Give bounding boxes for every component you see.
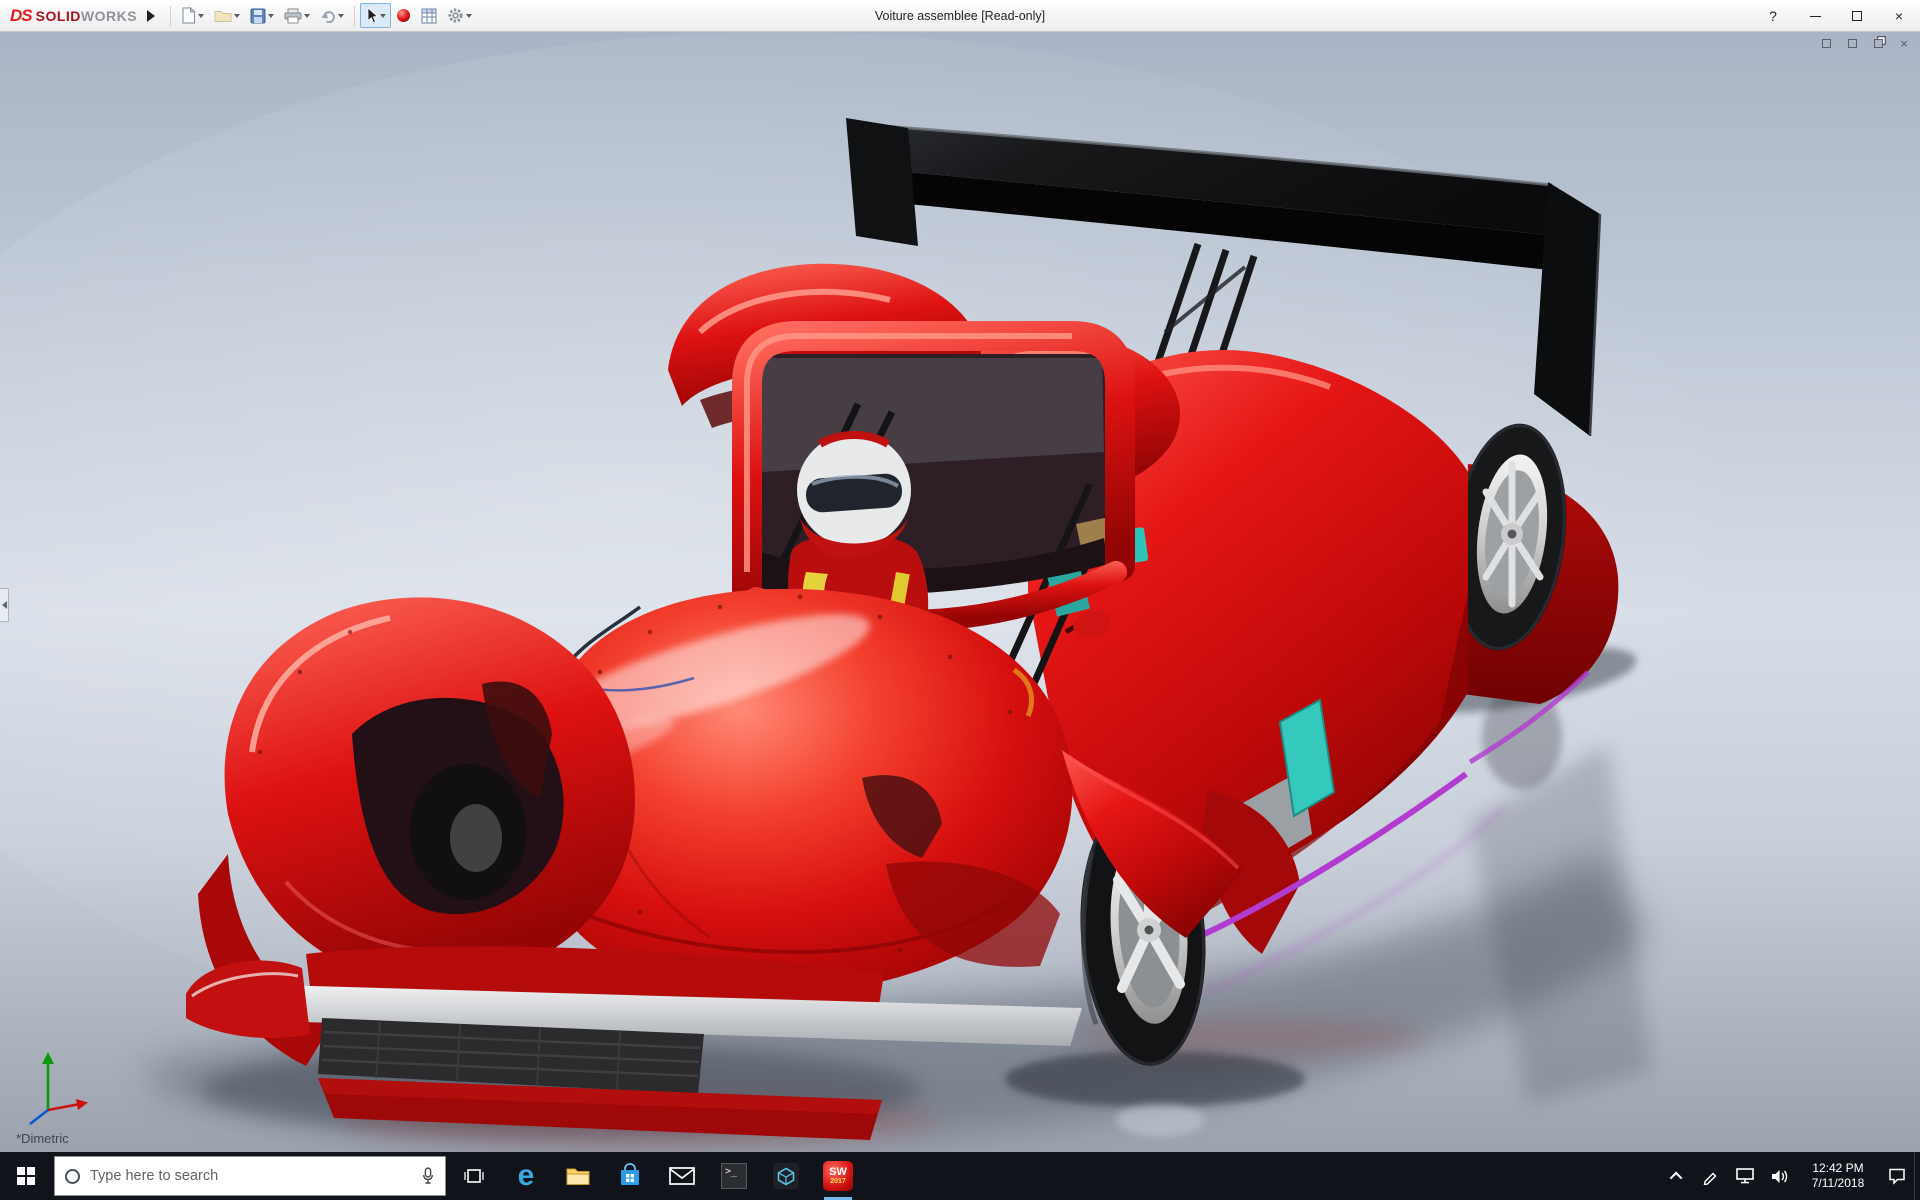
- new-document-caret[interactable]: [198, 13, 205, 18]
- select-cursor-button[interactable]: [360, 3, 392, 28]
- taskbar-app-mail[interactable]: [656, 1152, 708, 1200]
- new-document-icon: [182, 7, 196, 24]
- action-center-icon: [1889, 1168, 1905, 1185]
- system-tray: 12:42 PM 7/11/2018: [1660, 1152, 1920, 1200]
- print-caret[interactable]: [304, 13, 311, 18]
- open-folder-icon: [214, 11, 232, 22]
- console-icon: >_: [721, 1163, 747, 1189]
- maximize-button[interactable]: [1836, 0, 1878, 32]
- render-sphere-button[interactable]: [391, 4, 416, 27]
- select-cursor-caret[interactable]: [380, 13, 387, 18]
- taskbar-app-file-explorer[interactable]: [552, 1152, 604, 1200]
- select-cursor-icon: [367, 7, 379, 24]
- tile-left-icon: [1821, 38, 1831, 48]
- minimize-icon: [1809, 15, 1821, 17]
- taskbar-app-store[interactable]: [604, 1152, 656, 1200]
- taskbar-app-edge[interactable]: e: [500, 1152, 552, 1200]
- orientation-triad: [29, 1052, 88, 1126]
- restore-icon: [1873, 38, 1883, 48]
- edge-icon: e: [517, 1159, 535, 1192]
- wing-left-endplate: [846, 118, 918, 246]
- triad-y-axis: [42, 1052, 54, 1110]
- undo-button[interactable]: [315, 5, 349, 27]
- render-sphere-icon: [397, 9, 411, 22]
- toolbar-separator: [354, 5, 356, 26]
- action-center-button[interactable]: [1880, 1152, 1914, 1200]
- save-caret[interactable]: [268, 13, 275, 18]
- doc-restore-button[interactable]: [1870, 36, 1886, 50]
- speaker-icon: [1772, 1169, 1788, 1183]
- store-icon: [621, 1163, 639, 1185]
- network-button[interactable]: [1728, 1152, 1762, 1200]
- microphone-icon[interactable]: [421, 1166, 435, 1186]
- print-icon: [284, 8, 302, 23]
- network-icon: [1736, 1168, 1754, 1184]
- close-button[interactable]: ×: [1878, 0, 1920, 32]
- toolbar-separator: [170, 5, 172, 26]
- triad-x-axis: [47, 1099, 88, 1112]
- front-left-rim: [450, 804, 502, 872]
- open-document-button[interactable]: [209, 4, 245, 27]
- document-window-controls: ×: [1818, 36, 1912, 51]
- taskbar: Type here to search e >_ SW 2017 12:42 P…: [0, 1152, 1920, 1200]
- helmet-visor: [806, 473, 902, 513]
- window-controls: ? ×: [1752, 0, 1920, 32]
- print-button[interactable]: [279, 4, 315, 28]
- search-icon: [65, 1168, 80, 1184]
- undo-caret[interactable]: [338, 13, 345, 18]
- minimize-button[interactable]: [1794, 0, 1836, 32]
- taskbar-app-console[interactable]: >_: [708, 1152, 760, 1200]
- options-caret[interactable]: [466, 13, 473, 18]
- pen-icon: [1703, 1172, 1717, 1185]
- clock-time: 12:42 PM: [1812, 1161, 1864, 1175]
- car-3d-model: [0, 32, 1920, 1152]
- pen-workspace-button[interactable]: [1694, 1152, 1728, 1200]
- help-button[interactable]: ?: [1752, 0, 1794, 32]
- view-orientation-label: *Dimetric: [16, 1131, 69, 1146]
- chevron-up-icon: [1669, 1171, 1682, 1184]
- taskbar-clock[interactable]: 12:42 PM 7/11/2018: [1796, 1152, 1880, 1200]
- new-document-button[interactable]: [176, 3, 209, 28]
- solidworks-menu[interactable]: DS SOLIDWORKS: [0, 0, 143, 31]
- start-button[interactable]: [0, 1152, 52, 1200]
- doc-close-button[interactable]: ×: [1896, 36, 1912, 51]
- model-viewer-cube-icon: [773, 1163, 799, 1189]
- taskbar-app-solidworks[interactable]: SW 2017: [812, 1152, 864, 1200]
- ds-logo-icon: DS: [10, 5, 33, 25]
- options-gear-icon: [448, 8, 463, 23]
- hidden-icons-button[interactable]: [1660, 1152, 1694, 1200]
- tile-right-icon: [1847, 38, 1857, 48]
- triad-z-axis: [29, 1108, 49, 1126]
- taskbar-app-model-viewer[interactable]: [760, 1152, 812, 1200]
- show-desktop-button[interactable]: [1914, 1152, 1920, 1200]
- search-placeholder-text: Type here to search: [90, 1168, 219, 1184]
- feature-panel-flyout-arrow[interactable]: [0, 588, 9, 622]
- undo-icon: [321, 10, 335, 23]
- mail-icon: [669, 1167, 695, 1185]
- volume-button[interactable]: [1762, 1152, 1796, 1200]
- doc-tile-left-button[interactable]: [1818, 36, 1834, 50]
- task-view-icon: [464, 1169, 484, 1183]
- brand-name: SOLIDWORKS: [35, 7, 138, 24]
- graphics-area[interactable]: × *Dimetric: [0, 32, 1920, 1152]
- menu-flyout-arrow[interactable]: [147, 9, 156, 22]
- file-explorer-icon: [566, 1168, 590, 1185]
- solidworks-icon: SW 2017: [823, 1161, 853, 1191]
- titlebar: DS SOLIDWORKS Voiture assemblee [Read-on…: [0, 0, 1920, 32]
- options-button[interactable]: [442, 3, 477, 28]
- save-button[interactable]: [245, 4, 279, 28]
- windows-logo-icon: [17, 1167, 35, 1185]
- clock-date: 7/11/2018: [1811, 1176, 1865, 1190]
- task-view-button[interactable]: [448, 1152, 500, 1200]
- open-document-caret[interactable]: [234, 13, 241, 18]
- doc-tile-right-button[interactable]: [1844, 36, 1860, 50]
- design-table-button[interactable]: [416, 4, 442, 28]
- design-table-icon: [421, 8, 437, 23]
- search-input[interactable]: Type here to search: [54, 1156, 446, 1196]
- window-title: Voiture assemblee [Read-only]: [874, 9, 1046, 23]
- maximize-icon: [1852, 11, 1862, 21]
- save-floppy-icon: [250, 8, 266, 23]
